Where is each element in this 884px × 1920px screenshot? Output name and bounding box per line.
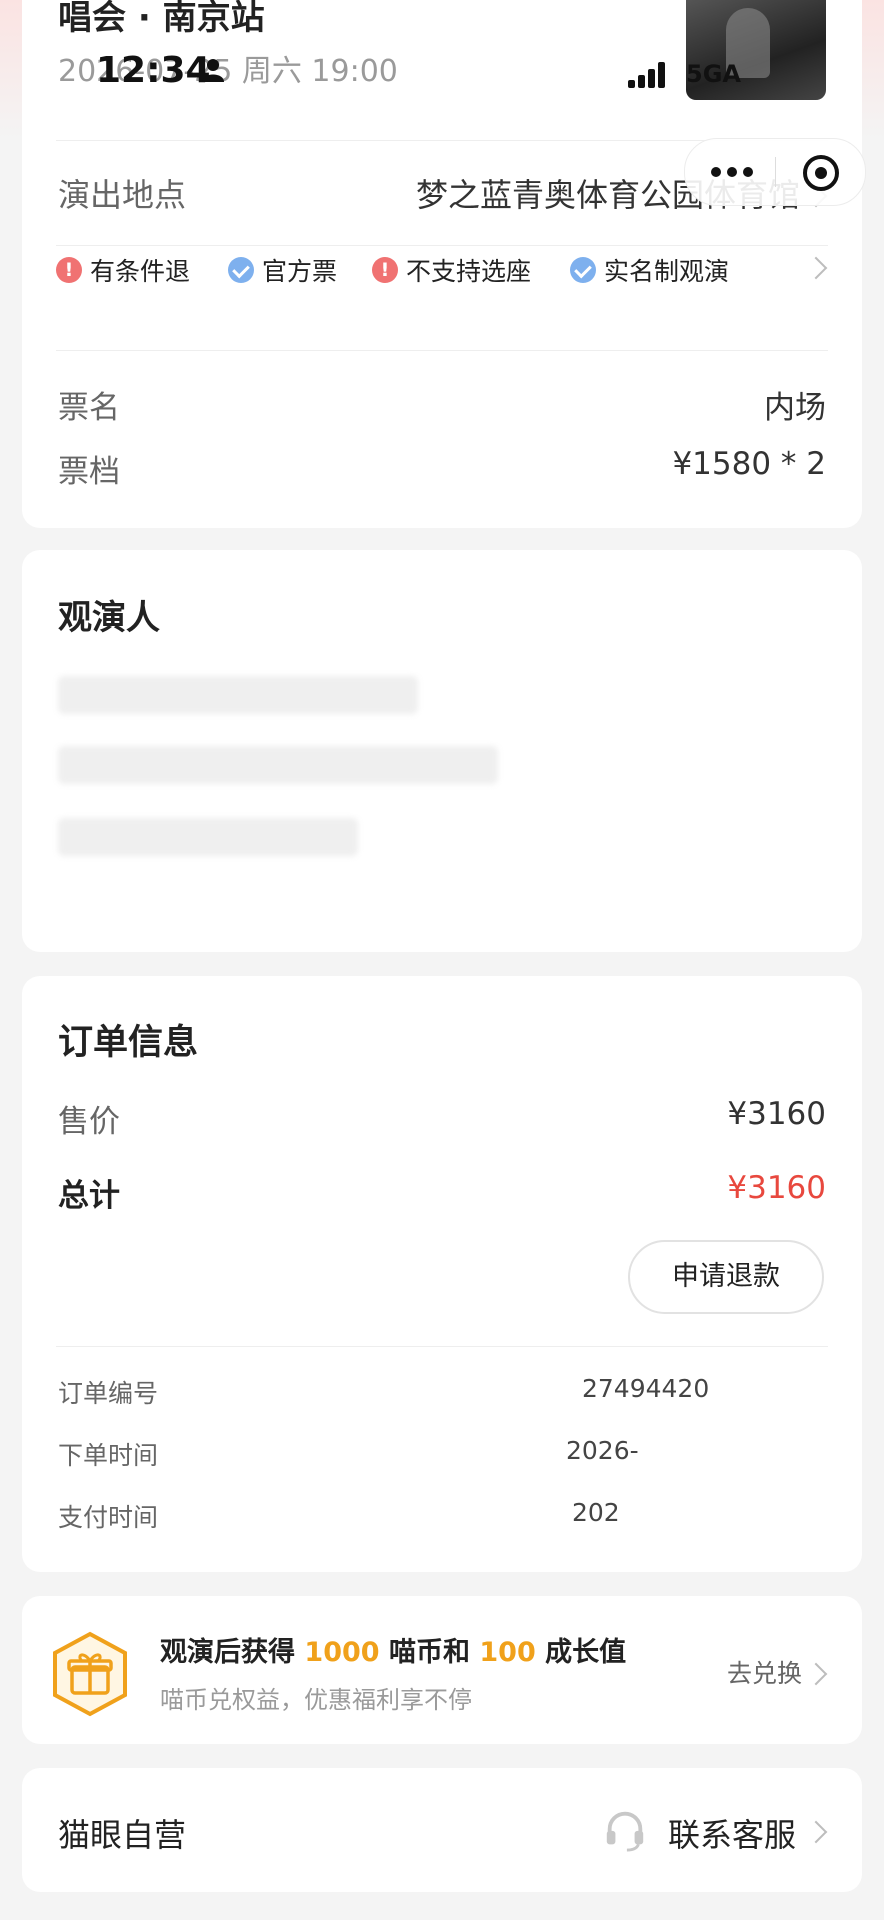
- tag-label: 实名制观演: [604, 257, 730, 286]
- tag-no-seat-selection: 不支持选座: [372, 252, 531, 288]
- service-label: 猫眼自营: [58, 1816, 187, 1854]
- pay-time-value: 202: [572, 1498, 620, 1527]
- close-miniprogram-icon[interactable]: [803, 155, 839, 191]
- signal-icon: [628, 62, 668, 88]
- tag-conditional-refund: 有条件退: [56, 252, 190, 288]
- order-title: 订单信息: [58, 1023, 199, 1063]
- mini-program-capsule: [684, 138, 866, 206]
- capsule-divider: [775, 157, 776, 187]
- tag-label: 不支持选座: [406, 257, 532, 286]
- check-badge-icon: [570, 257, 596, 283]
- reward-coins: 1000: [304, 1637, 380, 1668]
- ticket-name-label: 票名: [58, 390, 120, 426]
- divider: [56, 1346, 828, 1347]
- ticket-name-value: 内场: [764, 390, 826, 426]
- redacted-block: [58, 818, 358, 856]
- network-type: 5GA: [686, 60, 741, 88]
- pay-time-label: 支付时间: [58, 1503, 159, 1532]
- reward-growth: 100: [479, 1637, 536, 1668]
- ticket-tier-label: 票档: [58, 454, 120, 490]
- reward-suffix: 成长值: [545, 1637, 627, 1668]
- total-label: 总计: [58, 1178, 120, 1214]
- tag-label: 有条件退: [90, 257, 191, 286]
- price-label: 售价: [58, 1104, 120, 1140]
- gift-icon: [53, 1631, 127, 1717]
- reward-action[interactable]: 去兑换: [727, 1654, 802, 1690]
- refund-button[interactable]: 申请退款: [628, 1240, 824, 1314]
- order-number-label: 订单编号: [58, 1379, 159, 1408]
- reward-mid: 喵币和: [388, 1637, 470, 1668]
- tag-label: 官方票: [262, 257, 338, 286]
- warning-icon: [372, 257, 398, 283]
- divider: [56, 350, 828, 351]
- price-value: ¥3160: [727, 1096, 826, 1132]
- order-time-label: 下单时间: [58, 1441, 159, 1470]
- warning-icon: [56, 257, 82, 283]
- redacted-block: [58, 746, 498, 784]
- more-icon[interactable]: [707, 157, 757, 187]
- chevron-right-icon: [804, 1662, 828, 1686]
- contact-service-link[interactable]: 联系客服: [668, 1810, 796, 1856]
- user-icon: [202, 58, 224, 82]
- order-number-value: 27494420: [582, 1374, 710, 1403]
- event-title: 唱会 · 南京站: [58, 0, 265, 38]
- tag-real-name: 实名制观演: [570, 252, 729, 288]
- total-value: ¥3160: [727, 1170, 826, 1206]
- reward-prefix: 观演后获得: [160, 1637, 295, 1668]
- attendee-title: 观演人: [58, 598, 160, 638]
- status-time: 12:34: [96, 50, 211, 91]
- divider: [56, 245, 828, 246]
- venue-label: 演出地点: [58, 176, 187, 214]
- headset-icon: [606, 1811, 644, 1852]
- service-card[interactable]: 猫眼自营 联系客服: [22, 1768, 862, 1892]
- check-badge-icon: [228, 257, 254, 283]
- chevron-right-icon: [804, 1820, 828, 1844]
- chevron-right-icon: [804, 256, 828, 280]
- reward-card[interactable]: 观演后获得 1000 喵币和 100 成长值 喵币兑权益，优惠福利享不停 去兑换: [22, 1596, 862, 1744]
- tag-official-ticket: 官方票: [228, 252, 337, 288]
- reward-title: 观演后获得 1000 喵币和 100 成长值: [160, 1630, 626, 1669]
- redacted-block: [58, 676, 418, 714]
- attendee-card: 观演人: [22, 550, 862, 952]
- reward-subtitle: 喵币兑权益，优惠福利享不停: [160, 1686, 472, 1714]
- ticket-tier-value: ¥1580 * 2: [672, 446, 826, 482]
- order-time-value: 2026-: [566, 1436, 639, 1465]
